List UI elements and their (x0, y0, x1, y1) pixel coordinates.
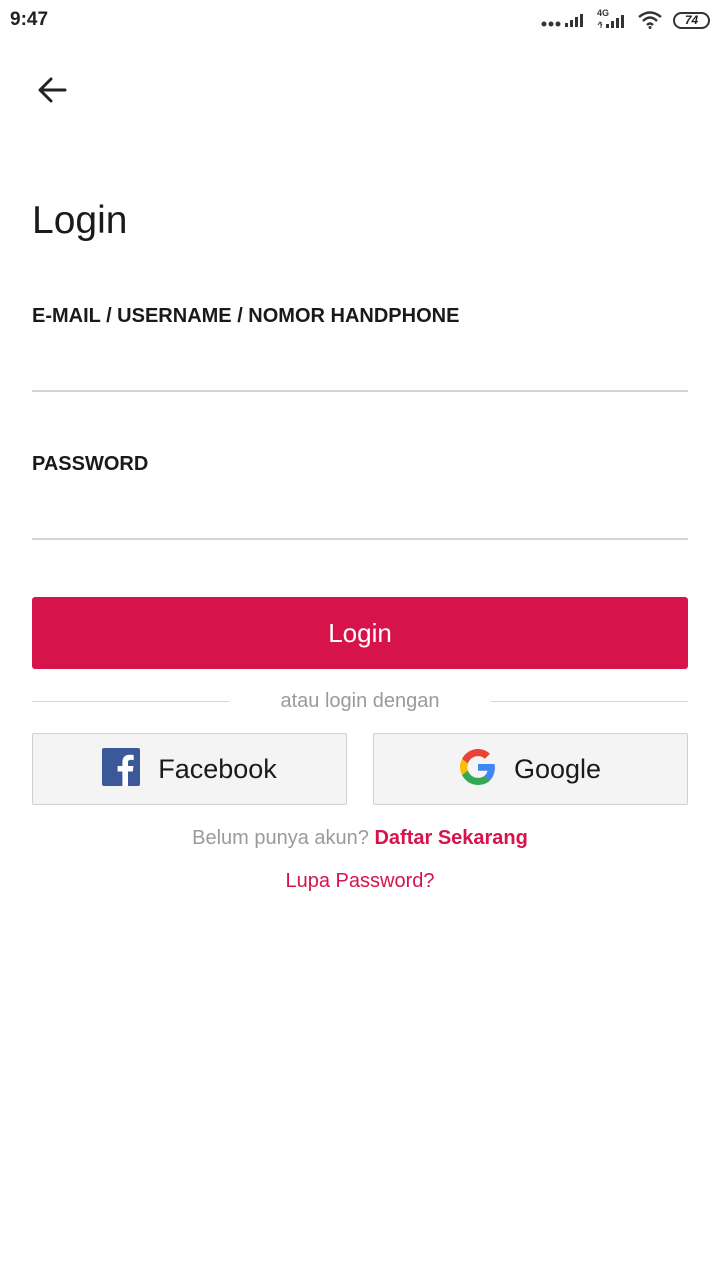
status-icons: 4G 74 (541, 8, 710, 30)
signup-row: Belum punya akun? Daftar Sekarang (0, 827, 720, 850)
password-label: PASSWORD (32, 453, 149, 475)
divider-text: atau login dengan (280, 690, 440, 712)
google-label: Google (513, 753, 602, 784)
google-login-button[interactable]: Google (373, 733, 688, 805)
login-screen: 9:47 4G 74 Login E-MAIL / USERNAME / NOM… (0, 0, 720, 1280)
signal-dots-icon (541, 12, 587, 28)
status-time: 9:47 (10, 9, 49, 30)
google-icon (459, 748, 496, 790)
facebook-icon (102, 747, 141, 791)
signal-4g-icon: 4G (597, 8, 627, 29)
signup-link[interactable]: Daftar Sekarang (374, 827, 527, 849)
signup-prompt: Belum punya akun? (192, 827, 375, 849)
page-title: Login (32, 199, 128, 242)
arrow-left-icon (37, 77, 67, 108)
wifi-icon (637, 11, 663, 29)
login-button[interactable]: Login (32, 597, 688, 669)
battery-icon: 74 (673, 11, 710, 29)
identifier-input[interactable] (32, 346, 688, 392)
divider-line-right (491, 701, 688, 702)
status-bar: 9:47 4G 74 (0, 0, 720, 40)
back-button[interactable] (30, 72, 74, 112)
facebook-login-button[interactable]: Facebook (32, 733, 347, 805)
identifier-label: E-MAIL / USERNAME / NOMOR HANDPHONE (32, 305, 460, 327)
password-input[interactable] (32, 494, 688, 540)
divider-line-left (32, 701, 229, 702)
forgot-password-link[interactable]: Lupa Password? (0, 870, 720, 893)
facebook-label: Facebook (158, 753, 277, 784)
